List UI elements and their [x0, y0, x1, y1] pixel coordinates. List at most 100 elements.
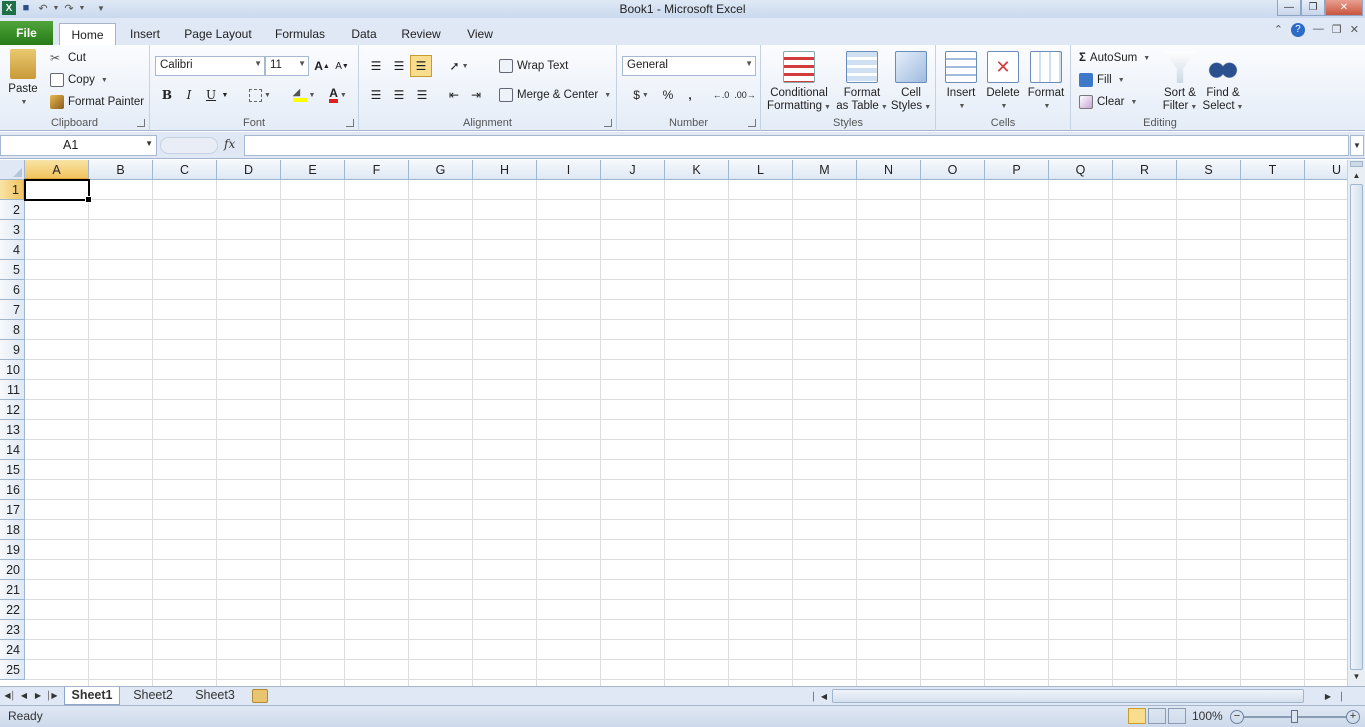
- shrink-font-icon[interactable]: A ▼: [333, 56, 351, 76]
- row-header-9[interactable]: 9: [0, 340, 25, 360]
- formula-input[interactable]: [244, 135, 1349, 156]
- page-break-view-icon[interactable]: [1168, 708, 1186, 724]
- expand-formula-bar-icon[interactable]: ▼: [1350, 135, 1364, 156]
- vertical-scroll-thumb[interactable]: [1350, 184, 1363, 670]
- italic-button[interactable]: I: [180, 85, 198, 105]
- row-header-2[interactable]: 2: [0, 200, 25, 220]
- underline-dropdown-icon[interactable]: ▼: [220, 85, 230, 105]
- row-header-5[interactable]: 5: [0, 260, 25, 280]
- tab-insert[interactable]: Insert: [124, 23, 166, 45]
- column-header-p[interactable]: P: [985, 160, 1049, 180]
- column-header-t[interactable]: T: [1241, 160, 1305, 180]
- format-as-table-button[interactable]: Format as Table ▼: [836, 51, 888, 114]
- row-header-4[interactable]: 4: [0, 240, 25, 260]
- chevron-down-icon[interactable]: ▼: [145, 139, 153, 148]
- font-launcher-icon[interactable]: [346, 119, 354, 127]
- font-color-button[interactable]: A ▼: [324, 85, 352, 105]
- tab-home[interactable]: Home: [59, 23, 116, 45]
- align-right-icon[interactable]: ☰: [412, 85, 432, 105]
- column-header-m[interactable]: M: [793, 160, 857, 180]
- scroll-up-icon[interactable]: ▲: [1349, 169, 1364, 183]
- copy-button[interactable]: Copy ▼: [50, 71, 108, 89]
- borders-button[interactable]: ▼: [246, 85, 274, 105]
- format-cells-button[interactable]: Format ▼: [1025, 51, 1067, 113]
- font-size-combo[interactable]: 11 ▼: [265, 56, 309, 76]
- column-header-u[interactable]: U: [1305, 160, 1347, 180]
- column-header-q[interactable]: Q: [1049, 160, 1113, 180]
- column-header-g[interactable]: G: [409, 160, 473, 180]
- increase-decimal-icon[interactable]: ←.0: [711, 85, 731, 105]
- percent-button[interactable]: %: [659, 85, 677, 105]
- tab-view[interactable]: View: [462, 23, 498, 45]
- split-handle[interactable]: [1350, 161, 1363, 167]
- autosum-button[interactable]: Σ AutoSum ▼: [1079, 49, 1150, 67]
- workbook-restore-icon[interactable]: ❐: [1332, 23, 1342, 37]
- increase-indent-icon[interactable]: ⇥: [466, 85, 486, 105]
- align-top-icon[interactable]: ☰: [366, 56, 386, 76]
- grow-font-icon[interactable]: A ▲: [313, 56, 331, 76]
- row-header-7[interactable]: 7: [0, 300, 25, 320]
- insert-cells-button[interactable]: Insert ▼: [941, 51, 981, 113]
- column-header-b[interactable]: B: [89, 160, 153, 180]
- first-sheet-icon[interactable]: ◀│: [4, 689, 16, 703]
- close-icon[interactable]: ✕: [1325, 0, 1363, 16]
- last-sheet-icon[interactable]: │▶: [46, 689, 58, 703]
- scroll-down-icon[interactable]: ▼: [1349, 670, 1364, 684]
- clear-button[interactable]: Clear ▼: [1079, 93, 1137, 111]
- comma-button[interactable]: ,: [681, 85, 699, 105]
- underline-button[interactable]: U: [202, 85, 220, 105]
- insert-function-icon[interactable]: fx: [224, 137, 235, 151]
- zoom-in-icon[interactable]: +: [1346, 710, 1360, 724]
- row-header-23[interactable]: 23: [0, 620, 25, 640]
- row-header-13[interactable]: 13: [0, 420, 25, 440]
- next-sheet-icon[interactable]: ▶: [32, 689, 44, 703]
- fill-color-button[interactable]: ◢ ▼: [290, 85, 318, 105]
- align-middle-icon[interactable]: ☰: [389, 56, 409, 76]
- collapse-ribbon-icon[interactable]: ⌃: [1274, 23, 1283, 37]
- split-right-icon[interactable]: │: [1336, 690, 1348, 704]
- vertical-scrollbar[interactable]: ▲ ▼: [1347, 160, 1365, 686]
- tab-formulas[interactable]: Formulas: [272, 23, 328, 45]
- merge-center-button[interactable]: Merge & Center ▼: [499, 86, 611, 104]
- row-header-24[interactable]: 24: [0, 640, 25, 660]
- number-launcher-icon[interactable]: [748, 119, 756, 127]
- zoom-out-icon[interactable]: −: [1230, 710, 1244, 724]
- paste-button[interactable]: Paste ▼: [4, 49, 42, 109]
- row-header-22[interactable]: 22: [0, 600, 25, 620]
- row-header-10[interactable]: 10: [0, 360, 25, 380]
- zoom-level[interactable]: 100%: [1192, 709, 1223, 723]
- column-header-i[interactable]: I: [537, 160, 601, 180]
- sheet-tab-3[interactable]: Sheet3: [186, 687, 244, 705]
- column-header-h[interactable]: H: [473, 160, 537, 180]
- orientation-icon[interactable]: ➚ ▼: [445, 56, 473, 76]
- row-header-12[interactable]: 12: [0, 400, 25, 420]
- column-header-l[interactable]: L: [729, 160, 793, 180]
- row-header-15[interactable]: 15: [0, 460, 25, 480]
- select-all-corner[interactable]: [0, 160, 25, 180]
- row-header-14[interactable]: 14: [0, 440, 25, 460]
- tab-review[interactable]: Review: [398, 23, 444, 45]
- column-header-e[interactable]: E: [281, 160, 345, 180]
- column-header-j[interactable]: J: [601, 160, 665, 180]
- cell-styles-button[interactable]: Cell Styles ▼: [890, 51, 932, 114]
- row-header-25[interactable]: 25: [0, 660, 25, 680]
- delete-cells-button[interactable]: ✕ Delete ▼: [983, 51, 1023, 113]
- sheet-tab-2[interactable]: Sheet2: [124, 687, 182, 705]
- font-name-combo[interactable]: Calibri ▼: [155, 56, 265, 76]
- row-header-6[interactable]: 6: [0, 280, 25, 300]
- column-header-a[interactable]: A: [25, 160, 89, 180]
- workbook-minimize-icon[interactable]: —: [1313, 23, 1324, 37]
- column-header-f[interactable]: F: [345, 160, 409, 180]
- cut-button[interactable]: ✂ Cut: [50, 49, 86, 67]
- align-bottom-icon[interactable]: ☰: [410, 55, 432, 77]
- row-header-18[interactable]: 18: [0, 520, 25, 540]
- prev-sheet-icon[interactable]: ◀: [18, 689, 30, 703]
- scroll-right-icon[interactable]: ▶: [1322, 690, 1334, 704]
- row-header-8[interactable]: 8: [0, 320, 25, 340]
- row-header-19[interactable]: 19: [0, 540, 25, 560]
- tab-page-layout[interactable]: Page Layout: [183, 23, 253, 45]
- clipboard-launcher-icon[interactable]: [137, 119, 145, 127]
- tab-data[interactable]: Data: [346, 23, 382, 45]
- align-center-icon[interactable]: ☰: [389, 85, 409, 105]
- align-left-icon[interactable]: ☰: [366, 85, 386, 105]
